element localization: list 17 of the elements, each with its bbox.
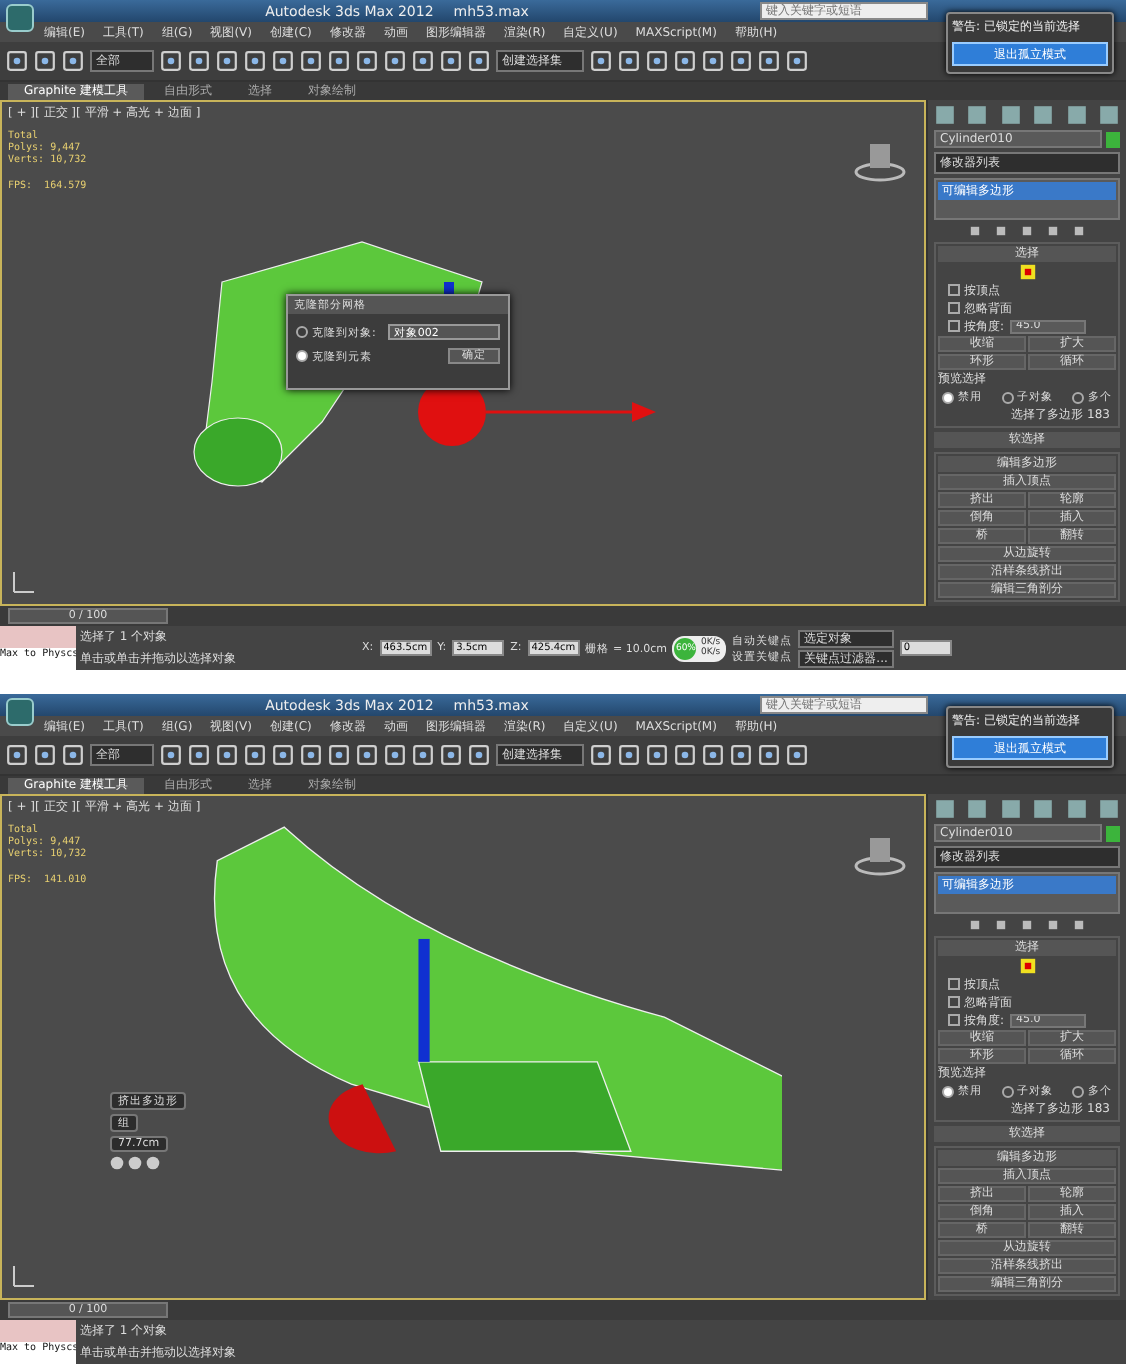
viewcube-icon[interactable] <box>852 138 908 182</box>
selected-face <box>328 1084 397 1154</box>
polygon-mode-icon[interactable] <box>1019 264 1035 280</box>
apply-icon[interactable] <box>128 1156 142 1170</box>
app-logo-icon[interactable] <box>6 3 34 31</box>
ok-icon[interactable] <box>110 1156 124 1170</box>
axis-tripod-icon <box>10 1262 38 1290</box>
axis-tripod-icon <box>10 568 38 596</box>
cancel-icon[interactable] <box>146 1156 160 1170</box>
polygon-mode-icon[interactable] <box>1019 958 1035 974</box>
color-swatch[interactable] <box>1106 131 1120 147</box>
app-logo-icon[interactable] <box>6 697 34 725</box>
script-listener-field[interactable] <box>0 1320 76 1342</box>
viewcube-icon[interactable] <box>852 832 908 876</box>
color-swatch[interactable] <box>1106 825 1120 841</box>
axis-handle[interactable] <box>418 938 430 1062</box>
script-listener-field[interactable] <box>0 626 76 648</box>
